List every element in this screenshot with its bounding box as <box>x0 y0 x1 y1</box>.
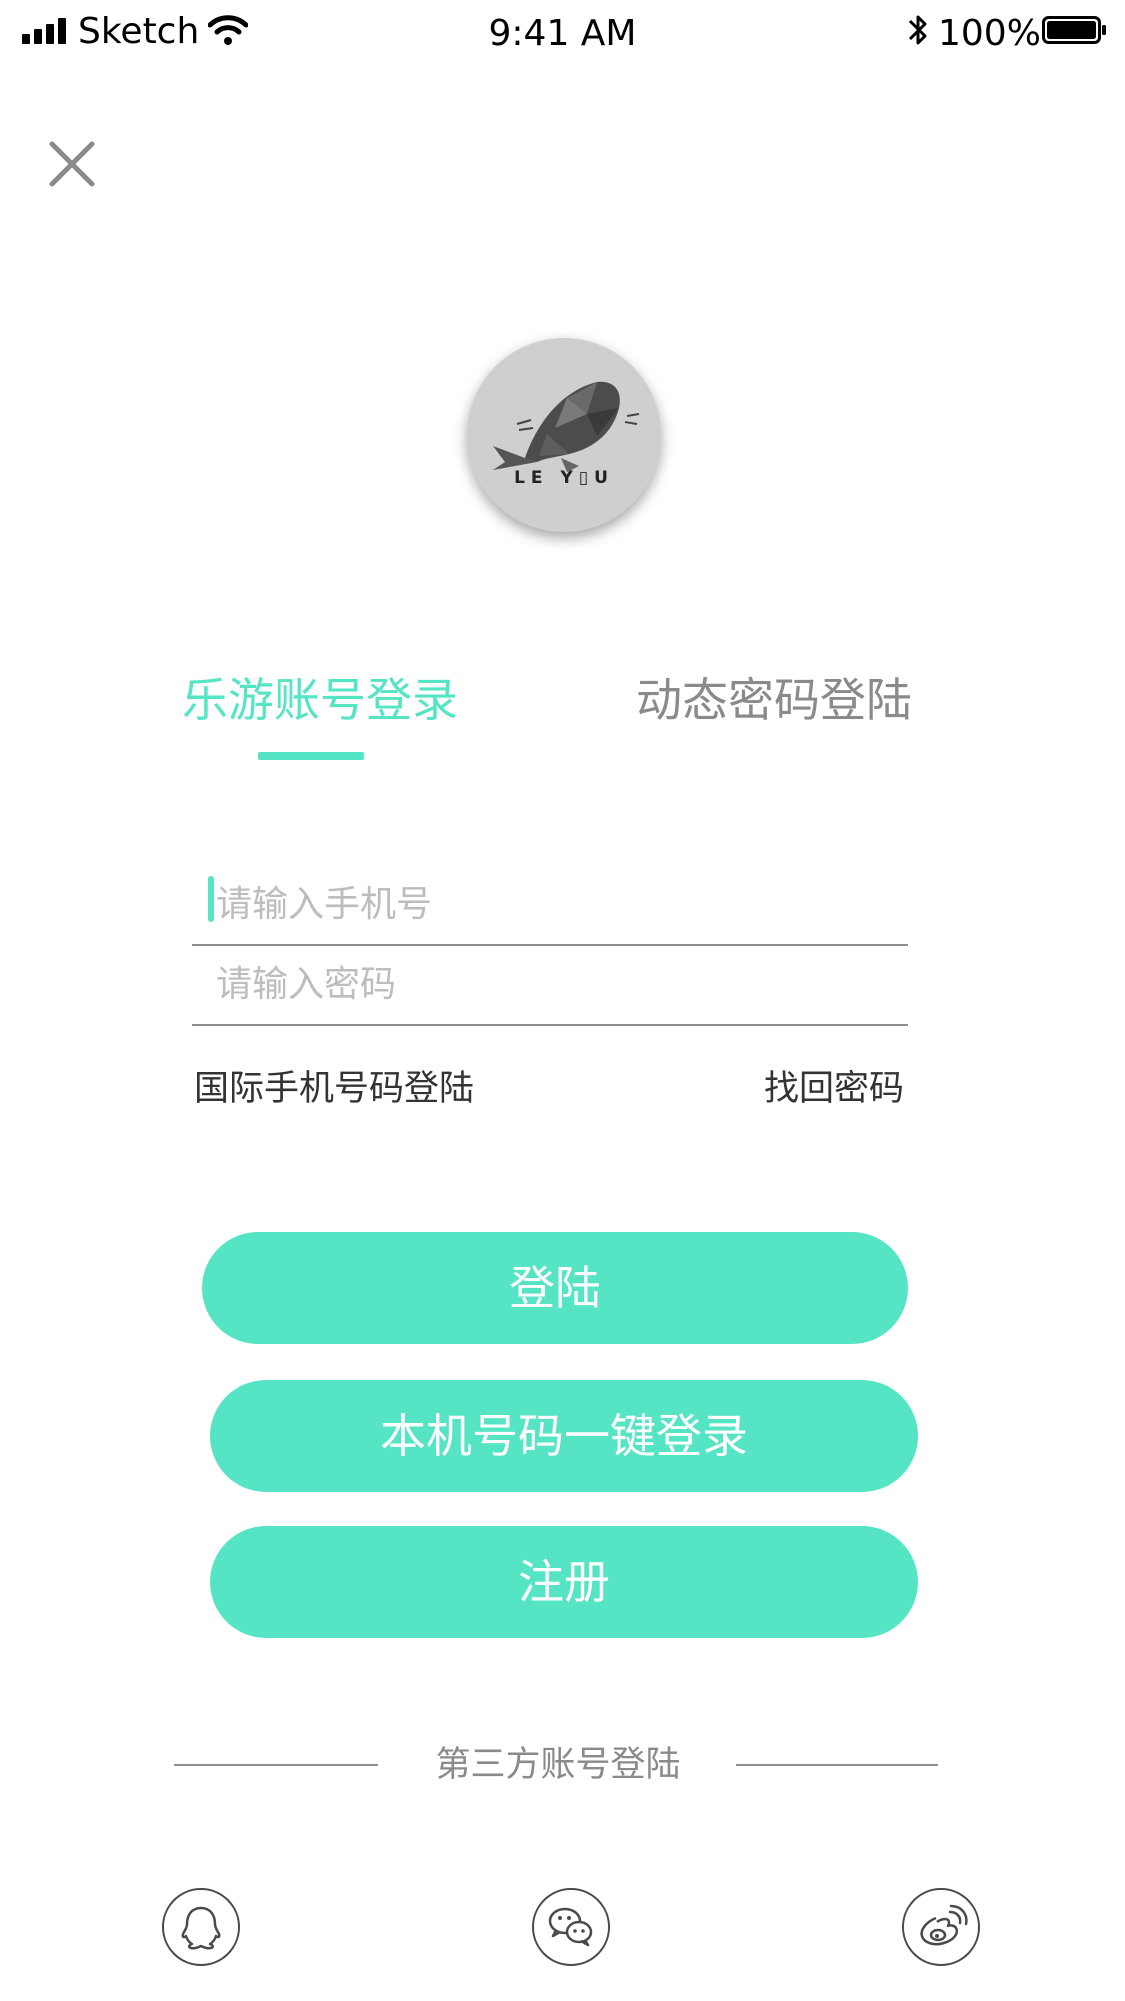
close-icon[interactable] <box>40 132 104 196</box>
active-tab-indicator <box>258 752 364 760</box>
weibo-icon <box>920 1904 968 1946</box>
whale-logo-icon <box>493 381 640 472</box>
third-party-label: 第三方账号登陆 <box>435 1745 681 1785</box>
login-button[interactable]: 登陆 <box>202 1232 908 1344</box>
weibo-login-button[interactable] <box>902 1888 980 1966</box>
wechat-icon <box>548 1907 593 1947</box>
wechat-login-button[interactable] <box>532 1888 610 1966</box>
qq-icon <box>181 1906 221 1950</box>
tab-account-login[interactable]: 乐游账号登录 <box>182 670 458 730</box>
qq-login-button[interactable] <box>162 1888 240 1966</box>
forgot-password-link[interactable]: 找回密码 <box>764 1066 904 1112</box>
password-input[interactable] <box>216 946 896 1022</box>
phone-input[interactable] <box>216 866 896 942</box>
app-logo: LE Y▯U <box>467 338 661 532</box>
password-field <box>192 946 908 1026</box>
third-party-divider-right <box>736 1764 938 1766</box>
password-underline <box>192 1024 908 1026</box>
third-party-divider-left <box>174 1764 378 1766</box>
one-key-login-button[interactable]: 本机号码一键登录 <box>210 1380 918 1492</box>
text-cursor <box>208 876 214 922</box>
battery-icon <box>1042 16 1106 44</box>
intl-phone-login-link[interactable]: 国际手机号码登陆 <box>194 1066 474 1112</box>
register-button[interactable]: 注册 <box>210 1526 918 1638</box>
phone-field <box>192 866 908 946</box>
status-bar: Sketch 9:41 AM 100% <box>0 0 1125 66</box>
bluetooth-icon <box>908 15 927 45</box>
battery-percentage: 100% <box>938 13 1041 54</box>
logo-text: LE Y▯U <box>514 468 614 488</box>
tab-dynamic-password-login[interactable]: 动态密码登陆 <box>636 670 912 730</box>
